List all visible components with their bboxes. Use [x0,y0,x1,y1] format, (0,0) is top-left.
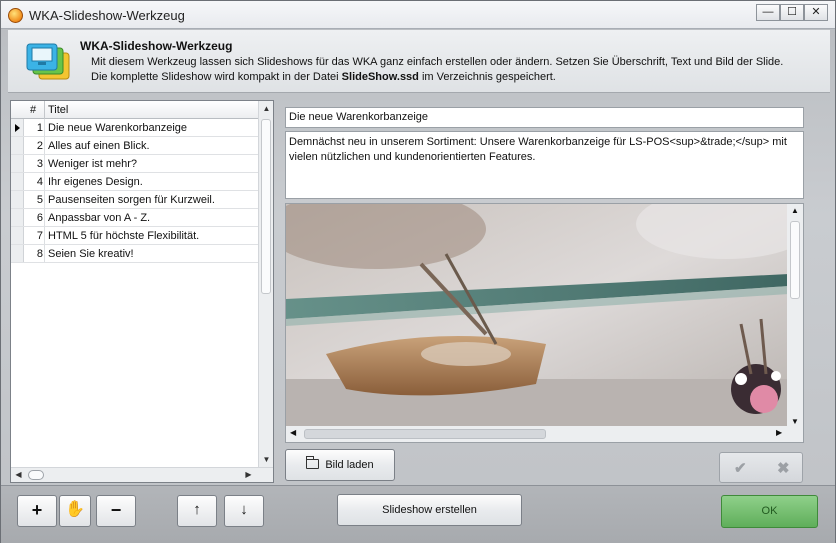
row-title: Pausenseiten sorgen für Kurzweil. [48,194,215,206]
row-indicator [11,137,24,154]
row-indicator [11,191,24,208]
scroll-thumb[interactable] [790,221,800,299]
row-indicator [11,119,24,136]
row-title: Alles auf einen Blick. [48,140,150,152]
slide-list-vscrollbar[interactable]: ▲ ▼ [258,101,273,467]
table-row[interactable]: 8 Seien Sie kreativ! [11,245,259,263]
checkmark-icon[interactable]: ✔ [734,459,747,477]
window-title: WKA-Slideshow-Werkzeug [29,8,185,23]
table-row[interactable]: 2 Alles auf einen Blick. [11,137,259,155]
header-title: WKA-Slideshow-Werkzeug [80,39,233,53]
create-slideshow-button[interactable]: Slideshow erstellen [337,494,522,526]
row-number: 4 [36,176,43,188]
image-hscrollbar[interactable]: ◀ ▶ [286,426,803,442]
hand-icon[interactable]: ✋ [59,495,91,527]
row-title: Ihr eigenes Design. [48,176,143,188]
scroll-down-icon[interactable]: ▼ [787,417,803,426]
slide-text-input[interactable]: Demnächst neu in unserem Sortiment: Unse… [285,131,804,199]
slideshow-icon [26,43,70,80]
scroll-up-icon[interactable]: ▲ [259,101,274,116]
row-number: 2 [36,140,43,152]
slide-list: # Titel 1 Die neue Warenkorbanzeige 2 Alles… [10,100,274,483]
minimize-button[interactable]: — [756,4,780,21]
app-window: WKA-Slideshow-Werkzeug — ☐ ✕ WKA-Slidesh… [0,0,836,543]
row-title: Seien Sie kreativ! [48,248,134,260]
table-row[interactable]: 5 Pausenseiten sorgen für Kurzweil. [11,191,259,209]
edit-confirm-group: ✔ ✖ [719,452,803,483]
table-row[interactable]: 4 Ihr eigenes Design. [11,173,259,191]
header-description: Mit diesem Werkzeug lassen sich Slidesho… [91,55,791,85]
folder-icon [306,456,320,469]
scroll-left-icon[interactable]: ◀ [11,468,26,482]
add-slide-button[interactable]: + [17,495,57,527]
row-number: 1 [36,122,43,134]
slide-image [286,204,789,428]
table-row[interactable]: 7 HTML 5 für höchste Flexibilität. [11,227,259,245]
row-indicator [11,245,24,262]
row-number: 3 [36,158,43,170]
table-row[interactable]: 3 Weniger ist mehr? [11,155,259,173]
title-bar: WKA-Slideshow-Werkzeug — ☐ ✕ [1,1,835,29]
row-indicator [11,155,24,172]
row-indicator [11,227,24,244]
scroll-down-icon[interactable]: ▼ [259,452,274,467]
row-number: 8 [36,248,43,260]
header-line-1: Mit diesem Werkzeug lassen sich Slidesho… [91,56,784,68]
slide-heading-input[interactable]: Die neue Warenkorbanzeige [285,107,804,128]
remove-slide-button[interactable]: − [96,495,136,527]
move-up-button[interactable]: ↑ [177,495,217,527]
header-line-2: Die komplette Slideshow wird kompakt in … [91,70,791,85]
row-number: 5 [36,194,43,206]
file-name: SlideShow.ssd [341,71,419,83]
row-title: Die neue Warenkorbanzeige [48,122,188,134]
row-title: Anpassbar von A - Z. [48,212,151,224]
header-line-2-suffix: im Verzeichnis gespeichert. [418,71,556,83]
row-number: 7 [36,230,43,242]
row-title: HTML 5 für höchste Flexibilität. [48,230,200,242]
table-row[interactable]: 6 Anpassbar von A - Z. [11,209,259,227]
scroll-thumb[interactable] [304,429,546,439]
row-title: Weniger ist mehr? [48,158,138,170]
column-header-num[interactable]: # [30,104,36,116]
cancel-icon[interactable]: ✖ [777,459,790,477]
scroll-thumb[interactable] [261,119,271,294]
ok-button[interactable]: OK [721,495,818,528]
slide-rows: 1 Die neue Warenkorbanzeige 2 Alles auf ein… [11,119,259,263]
scroll-up-icon[interactable]: ▲ [787,206,803,215]
row-number: 6 [36,212,43,224]
slide-list-hscrollbar[interactable]: ◀ ▶ [11,467,273,482]
scroll-right-icon[interactable]: ▶ [241,468,256,482]
row-indicator [11,209,24,226]
header-line-2-prefix: Die komplette Slideshow wird kompakt in … [91,71,342,83]
info-header: WKA-Slideshow-Werkzeug Mit diesem Werkze… [8,30,830,93]
move-down-button[interactable]: ↓ [224,495,264,527]
load-image-button[interactable]: Bild laden [285,449,395,481]
slide-image-panel: ▲ ▼ ◀ ▶ [285,203,804,443]
scroll-thumb[interactable] [28,470,44,480]
close-button[interactable]: ✕ [804,4,828,21]
image-vscrollbar[interactable]: ▲ ▼ [787,204,803,428]
load-image-label: Bild laden [325,459,374,471]
scroll-left-icon[interactable]: ◀ [290,428,296,437]
row-indicator [11,173,24,190]
column-header-title[interactable]: Titel [48,104,68,116]
slide-list-header: # Titel [11,101,259,119]
maximize-button[interactable]: ☐ [780,4,804,21]
table-row[interactable]: 1 Die neue Warenkorbanzeige [11,119,259,137]
app-icon [8,8,23,23]
scroll-right-icon[interactable]: ▶ [776,428,782,437]
current-row-icon [15,124,20,132]
